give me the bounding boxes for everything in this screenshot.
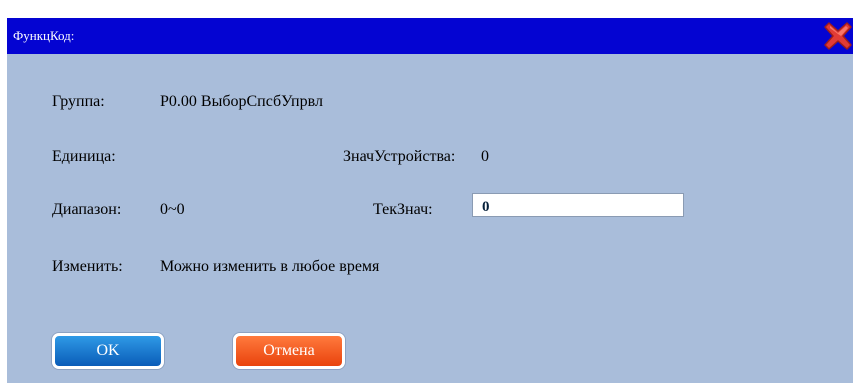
close-x-icon[interactable] (823, 21, 853, 51)
group-value: P0.00 ВыборСпсбУпрвл (160, 93, 323, 110)
device-value: 0 (481, 148, 489, 165)
range-label: Диапазон: (52, 201, 122, 218)
unit-label: Единица: (52, 148, 116, 165)
page: ФункцКод: Группа: P0.00 ВыборСпсбУпрвл Е… (0, 0, 853, 383)
range-value: 0~0 (160, 201, 185, 218)
current-value-input[interactable]: 0 (472, 193, 684, 217)
function-code-dialog: ФункцКод: Группа: P0.00 ВыборСпсбУпрвл Е… (7, 18, 853, 383)
device-value-label: ЗначУстройства: (343, 148, 456, 165)
cancel-button[interactable]: Отмена (233, 333, 345, 369)
ok-button[interactable]: OK (52, 333, 164, 369)
current-value-label: ТекЗнач: (373, 201, 433, 218)
dialog-title-bar: ФункцКод: (7, 18, 853, 54)
dialog-title: ФункцКод: (13, 28, 75, 43)
modify-value: Можно изменить в любое время (160, 258, 380, 275)
modify-label: Изменить: (52, 258, 123, 275)
group-label: Группа: (52, 93, 105, 110)
